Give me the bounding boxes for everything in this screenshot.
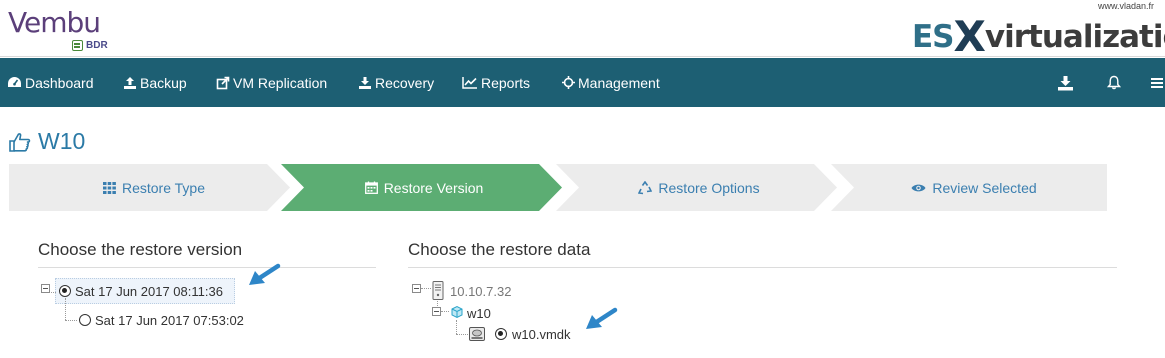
data-panel-title: Choose the restore data: [408, 240, 591, 259]
watermark-x: X: [953, 12, 986, 61]
tree-connector: [456, 334, 468, 335]
hand-pointer-icon: [9, 132, 31, 152]
restore-wizard: Restore Type Restore Version Restore Opt…: [9, 164, 1107, 211]
nav-download-button[interactable]: [1057, 58, 1074, 107]
server-icon: [432, 281, 444, 300]
bdr-icon: [72, 40, 83, 51]
version-item-label[interactable]: Sat 17 Jun 2017 08:11:36: [75, 284, 223, 299]
version-panel-divider: [38, 267, 376, 268]
upload-icon: [124, 76, 136, 89]
wizard-step-review-selected-label: Review Selected: [932, 179, 1037, 196]
download-icon: [1058, 75, 1073, 90]
wizard-step-restore-type[interactable]: Restore Type: [29, 164, 279, 211]
watermark-logo: www.vladan.fr ESXvirtualization: [908, 0, 1165, 61]
version-panel-title: Choose the restore version: [38, 240, 243, 259]
disk-icon: [469, 327, 485, 341]
nav-management[interactable]: Management: [562, 58, 660, 107]
nav-vm-replication[interactable]: VM Replication: [216, 58, 327, 107]
logo-product: BDR: [72, 40, 108, 51]
host-tree-collapse-toggle[interactable]: [412, 284, 421, 293]
disk-radio-selected[interactable]: [495, 328, 507, 340]
nav-management-label: Management: [578, 74, 660, 91]
data-panel-divider: [408, 267, 1117, 268]
replication-icon: [216, 76, 230, 89]
nav-recovery[interactable]: Recovery: [358, 58, 434, 107]
version-item-label[interactable]: Sat 17 Jun 2017 07:53:02: [95, 313, 244, 328]
page-title: W10: [8, 128, 85, 155]
chart-icon: [462, 77, 477, 89]
annotation-arrow: [586, 307, 618, 329]
menu-icon: [1151, 77, 1163, 88]
dashboard-icon: [8, 77, 21, 87]
watermark-suffix: virtualization: [984, 19, 1165, 55]
wizard-step-review-selected[interactable]: Review Selected: [854, 164, 1094, 211]
nav-dashboard-label: Dashboard: [25, 74, 94, 91]
nav-notifications-button[interactable]: [1107, 58, 1121, 107]
wizard-step-restore-version-label: Restore Version: [383, 179, 484, 196]
nav-reports[interactable]: Reports: [462, 58, 530, 107]
vembu-logo[interactable]: Vembu BDR: [8, 4, 118, 54]
tree-connector: [421, 288, 431, 289]
logo-product-label: BDR: [86, 40, 108, 51]
crosshair-icon: [562, 76, 575, 89]
annotation-arrow: [249, 263, 281, 285]
vm-cube-icon: [451, 305, 463, 319]
recycle-icon: [638, 180, 653, 194]
page-title-text: W10: [38, 128, 86, 154]
version-radio-selected[interactable]: [59, 285, 71, 297]
nav-menu-button[interactable]: [1151, 58, 1163, 107]
disk-node-label[interactable]: w10.vmdk: [512, 327, 571, 342]
tree-connector: [441, 311, 449, 312]
calendar-icon: [364, 181, 378, 194]
vm-tree-collapse-toggle[interactable]: [432, 307, 441, 316]
watermark-prefix: ES: [912, 19, 955, 55]
logo-wordmark: Vembu: [8, 6, 101, 39]
version-radio[interactable]: [79, 314, 91, 326]
wizard-step-restore-type-label: Restore Type: [121, 179, 205, 196]
nav-reports-label: Reports: [481, 74, 531, 91]
nav-backup-label: Backup: [140, 74, 187, 91]
eye-icon: [911, 184, 926, 191]
wizard-step-restore-options[interactable]: Restore Options: [579, 164, 819, 211]
nav-backup[interactable]: Backup: [123, 58, 187, 107]
nav-dashboard[interactable]: Dashboard: [7, 58, 94, 107]
version-tree-collapse-toggle[interactable]: [41, 284, 50, 293]
tree-connector: [65, 298, 66, 320]
main-navbar: Dashboard Backup VM Replication Recovery…: [0, 58, 1165, 107]
grid-icon: [102, 181, 116, 194]
wizard-step-restore-options-label: Restore Options: [658, 179, 760, 196]
wizard-step-restore-version[interactable]: Restore Version: [304, 164, 544, 211]
tree-connector: [65, 320, 77, 321]
watermark-wordmark: ESXvirtualization: [912, 8, 1165, 61]
download-icon: [359, 76, 371, 89]
vm-node-label[interactable]: w10: [467, 306, 491, 321]
nav-vm-replication-label: VM Replication: [233, 74, 328, 91]
bell-icon: [1107, 75, 1121, 90]
tree-connector: [456, 320, 457, 334]
nav-recovery-label: Recovery: [375, 74, 435, 91]
top-header: Vembu BDR www.vladan.fr ESXvirtualizatio…: [0, 0, 1165, 61]
host-node-label[interactable]: 10.10.7.32: [450, 284, 511, 299]
